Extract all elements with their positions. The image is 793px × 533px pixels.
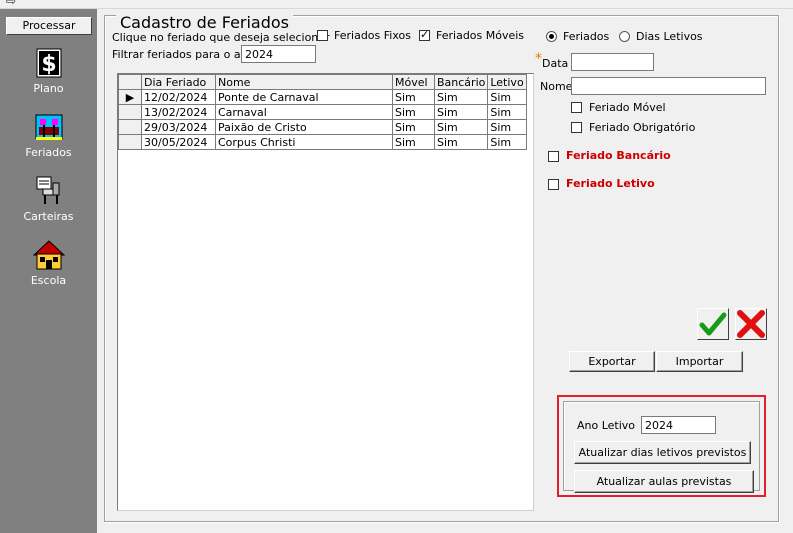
cell-bancario: Sim — [433, 134, 489, 150]
confirm-button[interactable] — [697, 308, 729, 340]
data-input[interactable] — [571, 53, 654, 71]
holiday-form-group: Cadastro de Feriados Clique no feriado q… — [104, 14, 779, 522]
atualizar-dias-letivos-button[interactable]: Atualizar dias letivos previstos — [574, 441, 751, 464]
arrow-icon: ⇨ — [6, 0, 17, 8]
feriado-obrigatorio-label: Feriado Obrigatório — [589, 121, 696, 134]
cell-letivo: Sim — [487, 104, 527, 120]
cell-letivo: Sim — [487, 119, 527, 135]
row-indicator — [118, 119, 142, 135]
current-row-indicator-icon: ▶ — [118, 89, 142, 105]
ano-letivo-highlight: Ano Letivo Atualizar dias letivos previs… — [557, 395, 766, 497]
cell-movel: Sim — [392, 104, 435, 120]
row-indicator-header — [118, 74, 142, 90]
holidays-table: Dia Feriado Nome Móvel Bancário Letivo ▶… — [118, 74, 527, 150]
cell-bancario: Sim — [433, 89, 489, 105]
required-mark: * — [535, 51, 542, 67]
atualizar-aulas-button[interactable]: Atualizar aulas previstas — [574, 470, 754, 493]
green-checkmark-icon — [699, 312, 727, 336]
cell-name: Corpus Christi — [215, 134, 393, 150]
school-building-icon — [32, 239, 65, 271]
feriados-moveis-label: Feriados Móveis — [436, 29, 525, 42]
feriados-moveis-checkbox[interactable] — [419, 28, 430, 41]
import-button[interactable]: Importar — [656, 351, 743, 372]
cell-date: 12/02/2024 — [141, 89, 216, 105]
cell-letivo: Sim — [487, 89, 527, 105]
sidebar-item-plano[interactable]: $ Plano — [0, 47, 97, 95]
table-row[interactable]: 13/02/2024 Carnaval Sim Sim Sim — [118, 104, 527, 120]
nome-input[interactable] — [571, 77, 766, 95]
feriado-obrigatorio-checkbox[interactable] — [571, 122, 582, 133]
sidebar-item-escola[interactable]: Escola — [0, 239, 97, 287]
column-header-name[interactable]: Nome — [215, 74, 393, 90]
sidebar-item-label: Carteiras — [23, 210, 74, 223]
column-header-date[interactable]: Dia Feriado — [141, 74, 216, 90]
cell-bancario: Sim — [433, 104, 489, 120]
sidebar-item-label: Feriados — [25, 146, 72, 159]
dollar-document-icon: $ — [33, 47, 65, 79]
cell-date: 13/02/2024 — [141, 104, 216, 120]
sidebar-item-feriados[interactable]: Feriados — [0, 111, 97, 159]
cancel-button[interactable] — [735, 308, 767, 340]
feriado-bancario-checkbox[interactable] — [548, 151, 559, 162]
cell-letivo: Sim — [487, 134, 527, 150]
table-row[interactable]: 30/05/2024 Corpus Christi Sim Sim Sim — [118, 134, 527, 150]
calendar-flags-icon — [33, 111, 65, 143]
top-toolbar-strip: ⇨ — [0, 0, 793, 9]
ano-letivo-label: Ano Letivo — [577, 419, 636, 432]
data-label: Data — [542, 57, 569, 70]
red-x-icon — [737, 310, 765, 338]
page-title: Cadastro de Feriados — [116, 14, 294, 32]
feriados-fixos-label: Feriados Fixos — [334, 29, 411, 42]
table-row[interactable]: ▶ 12/02/2024 Ponte de Carnaval Sim Sim S… — [118, 89, 527, 105]
ano-letivo-group: Ano Letivo Atualizar dias letivos previs… — [563, 401, 760, 493]
table-header-row: Dia Feriado Nome Móvel Bancário Letivo — [118, 74, 527, 90]
ano-letivo-input[interactable] — [641, 416, 716, 434]
nome-label: Nome — [540, 80, 573, 93]
cell-name: Ponte de Carnaval — [215, 89, 393, 105]
cell-date: 29/03/2024 — [141, 119, 216, 135]
feriados-radio[interactable] — [546, 31, 557, 42]
process-button[interactable]: Processar — [6, 17, 92, 35]
export-button[interactable]: Exportar — [569, 351, 655, 372]
column-header-letivo[interactable]: Letivo — [487, 74, 527, 90]
feriado-letivo-label: Feriado Letivo — [566, 177, 655, 190]
select-hint-text: Clique no feriado que deseja selecionar — [112, 31, 330, 44]
filter-year-label: Filtrar feriados para o ano — [112, 48, 255, 61]
cell-movel: Sim — [392, 89, 435, 105]
row-indicator — [118, 134, 142, 150]
cell-name: Paixão de Cristo — [215, 119, 393, 135]
cell-name: Carnaval — [215, 104, 393, 120]
holidays-grid[interactable]: Dia Feriado Nome Móvel Bancário Letivo ▶… — [117, 73, 534, 511]
table-row[interactable]: 29/03/2024 Paixão de Cristo Sim Sim Sim — [118, 119, 527, 135]
feriados-radio-label: Feriados — [563, 30, 610, 43]
dias-letivos-radio[interactable] — [619, 31, 630, 42]
cell-movel: Sim — [392, 119, 435, 135]
sidebar-item-label: Escola — [30, 274, 67, 287]
main-panel: Cadastro de Feriados Clique no feriado q… — [97, 9, 793, 533]
column-header-movel[interactable]: Móvel — [392, 74, 435, 90]
cell-date: 30/05/2024 — [141, 134, 216, 150]
svg-text:$: $ — [41, 52, 56, 77]
left-sidebar: Processar $ Plano Feriados Carteiras Esc… — [0, 9, 97, 533]
feriado-bancario-label: Feriado Bancário — [566, 149, 671, 162]
feriados-fixos-checkbox[interactable] — [317, 30, 328, 41]
sidebar-item-label: Plano — [33, 82, 64, 95]
cell-movel: Sim — [392, 134, 435, 150]
feriado-letivo-checkbox[interactable] — [548, 179, 559, 190]
feriado-movel-label: Feriado Móvel — [589, 101, 666, 114]
feriado-movel-checkbox[interactable] — [571, 102, 582, 113]
dias-letivos-radio-label: Dias Letivos — [636, 30, 703, 43]
desk-chair-icon — [33, 175, 65, 207]
filter-year-input[interactable] — [241, 45, 316, 63]
row-indicator — [118, 104, 142, 120]
cell-bancario: Sim — [433, 119, 489, 135]
column-header-bancario[interactable]: Bancário — [433, 74, 489, 90]
sidebar-item-carteiras[interactable]: Carteiras — [0, 175, 97, 223]
